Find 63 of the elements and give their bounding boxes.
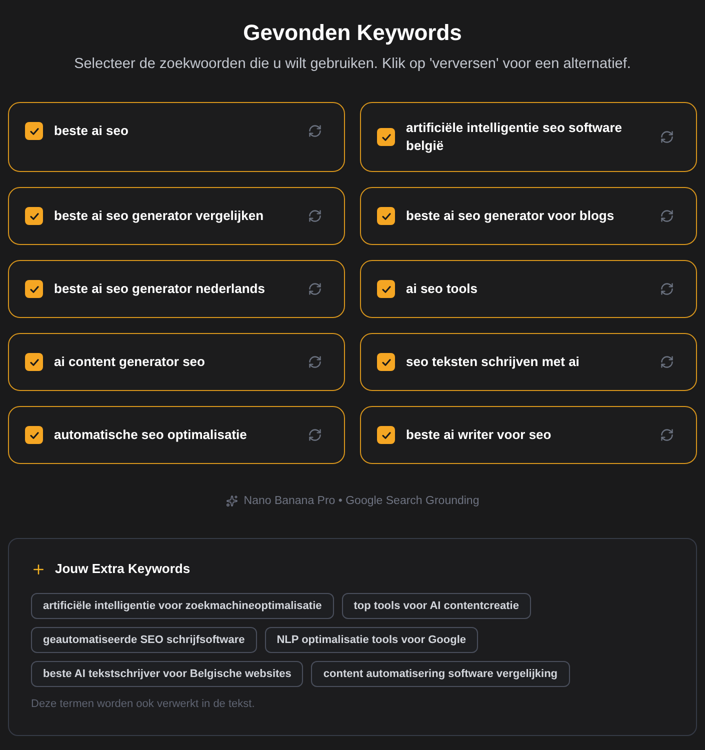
footer-credit: Nano Banana Pro • Google Search Grounding — [244, 494, 480, 509]
keyword-label: beste ai seo generator vergelijken — [54, 207, 265, 225]
keyword-card[interactable]: beste ai seo — [8, 102, 345, 172]
checkbox[interactable] — [377, 128, 395, 146]
keyword-card[interactable]: ai content generator seo — [8, 333, 345, 391]
checkbox[interactable] — [25, 426, 43, 444]
keyword-card[interactable]: artificiële intelligentie seo software belgië — [360, 102, 697, 172]
checkbox[interactable] — [377, 280, 395, 298]
checkbox[interactable] — [377, 353, 395, 371]
checkbox[interactable] — [377, 207, 395, 225]
refresh-icon[interactable] — [308, 209, 322, 223]
keyword-label: ai seo tools — [406, 280, 479, 298]
refresh-icon[interactable] — [308, 355, 322, 369]
keyword-chip: content automatisering software vergelijking — [311, 661, 570, 687]
check-icon — [30, 212, 38, 220]
keyword-label: beste ai seo generator nederlands — [54, 280, 266, 298]
sparkle-icon — [226, 495, 238, 507]
keyword-label: beste ai seo — [54, 122, 130, 140]
keyword-card[interactable]: beste ai seo generator nederlands — [8, 260, 345, 318]
refresh-icon[interactable] — [660, 282, 674, 296]
checkbox[interactable] — [25, 280, 43, 298]
keyword-card[interactable]: beste ai writer voor seo — [360, 406, 697, 464]
keyword-chip: beste AI tekstschrijver voor Belgische websites — [31, 661, 304, 687]
keyword-chip: NLP optimalisatie tools voor Google — [264, 627, 478, 653]
check-icon — [382, 212, 390, 220]
checkbox[interactable] — [25, 353, 43, 371]
page-title: Gevonden Keywords — [243, 19, 462, 47]
refresh-icon[interactable] — [660, 209, 674, 223]
keyword-label: automatische seo optimalisatie — [54, 426, 248, 444]
check-icon — [382, 358, 390, 366]
keyword-card[interactable]: automatische seo optimalisatie — [8, 406, 345, 464]
check-icon — [382, 134, 390, 140]
refresh-icon[interactable] — [308, 124, 322, 138]
keyword-card[interactable]: seo teksten schrijven met ai — [360, 333, 697, 391]
check-icon — [30, 128, 38, 134]
plus-icon — [31, 562, 46, 576]
keyword-label: seo teksten schrijven met ai — [406, 353, 580, 371]
check-icon — [30, 358, 38, 366]
check-icon — [382, 432, 390, 438]
keyword-card[interactable]: ai seo tools — [360, 260, 697, 318]
keyword-chip: artificiële intelligentie voor zoekmachineoptimalisatie — [31, 593, 334, 619]
extra-keywords-note: Deze termen worden ook verwerkt in de tekst. — [31, 697, 256, 712]
keyword-chip: top tools voor AI contentcreatie — [342, 593, 531, 619]
checkbox[interactable] — [25, 207, 43, 225]
refresh-icon[interactable] — [308, 282, 322, 296]
keyword-label: beste ai seo generator voor blogs — [406, 207, 616, 225]
keyword-chip: geautomatiseerde SEO schrijfsoftware — [31, 627, 257, 653]
refresh-icon[interactable] — [660, 428, 674, 442]
check-icon — [30, 286, 38, 292]
check-icon — [382, 286, 390, 292]
page-subtitle: Selecteer de zoekwoorden die u wilt gebruiken. Klik op 'verversen' voor een alternatief. — [74, 55, 631, 74]
keyword-label: ai content generator seo — [54, 353, 206, 371]
keyword-label: beste ai writer voor seo — [406, 426, 552, 444]
refresh-icon[interactable] — [308, 428, 322, 442]
extra-keywords-heading: Jouw Extra Keywords — [55, 560, 190, 578]
keyword-card[interactable]: beste ai seo generator voor blogs — [360, 187, 697, 245]
refresh-icon[interactable] — [660, 130, 674, 144]
checkbox[interactable] — [25, 122, 43, 140]
check-icon — [30, 432, 38, 438]
checkbox[interactable] — [377, 426, 395, 444]
refresh-icon[interactable] — [660, 355, 674, 369]
keyword-label: artificiële intelligentie seo software belgië — [406, 119, 624, 155]
keyword-card[interactable]: beste ai seo generator vergelijken — [8, 187, 345, 245]
